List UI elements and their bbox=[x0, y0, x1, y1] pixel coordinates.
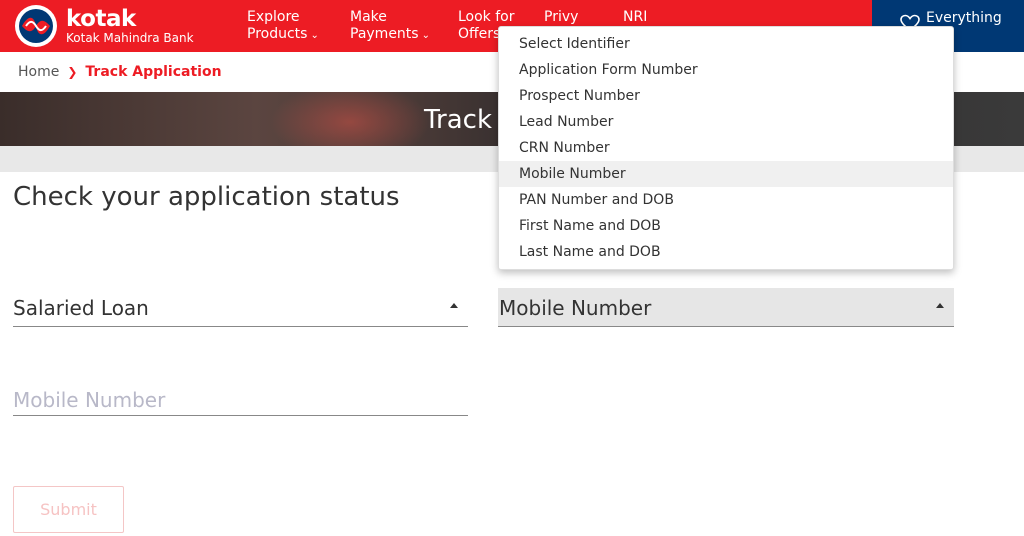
dropdown-option[interactable]: CRN Number bbox=[499, 135, 953, 161]
caret-up-icon bbox=[450, 303, 458, 308]
banner-decoration bbox=[270, 92, 430, 146]
mobile-number-input[interactable] bbox=[13, 384, 468, 416]
identifier-dropdown: Select Identifier Application Form Numbe… bbox=[498, 26, 954, 270]
chevron-right-icon: ❯ bbox=[67, 65, 78, 79]
dropdown-option[interactable]: Application Form Number bbox=[499, 57, 953, 83]
banner-title: Track bbox=[424, 105, 493, 135]
kotak-logo[interactable]: kotak Kotak Mahindra Bank bbox=[12, 3, 212, 49]
kotak-logo-icon bbox=[12, 3, 60, 49]
identifier-value: Mobile Number bbox=[499, 296, 652, 320]
logo-name: kotak bbox=[66, 6, 136, 32]
chevron-down-icon: ⌄ bbox=[310, 30, 319, 41]
dropdown-option[interactable]: First Name and DOB bbox=[499, 213, 953, 239]
dropdown-option[interactable]: Lead Number bbox=[499, 109, 953, 135]
logo-subtitle: Kotak Mahindra Bank bbox=[66, 31, 194, 45]
chevron-down-icon: ⌄ bbox=[421, 30, 430, 41]
breadcrumb-current: Track Application bbox=[85, 64, 222, 80]
nav-explore-products[interactable]: Explore Products ⌄ bbox=[247, 9, 319, 44]
page-title: Check your application status bbox=[13, 182, 400, 212]
nav-make-payments[interactable]: Make Payments ⌄ bbox=[350, 9, 430, 44]
dropdown-option[interactable]: PAN Number and DOB bbox=[499, 187, 953, 213]
caret-up-icon bbox=[936, 303, 944, 308]
submit-button[interactable]: Submit bbox=[13, 486, 124, 533]
dropdown-option[interactable]: Last Name and DOB bbox=[499, 239, 953, 265]
loan-type-select[interactable]: Salaried Loan bbox=[13, 288, 468, 327]
dropdown-option[interactable]: Mobile Number bbox=[499, 161, 953, 187]
identifier-select[interactable]: Mobile Number bbox=[498, 288, 954, 327]
nav-privy[interactable]: Privy bbox=[544, 9, 578, 26]
breadcrumb: Home ❯ Track Application bbox=[18, 64, 222, 80]
dropdown-option[interactable]: Select Identifier bbox=[499, 31, 953, 57]
loan-type-value: Salaried Loan bbox=[13, 296, 149, 320]
breadcrumb-home[interactable]: Home bbox=[18, 64, 59, 80]
nav-nri[interactable]: NRI bbox=[623, 9, 647, 26]
dropdown-option[interactable]: Prospect Number bbox=[499, 83, 953, 109]
